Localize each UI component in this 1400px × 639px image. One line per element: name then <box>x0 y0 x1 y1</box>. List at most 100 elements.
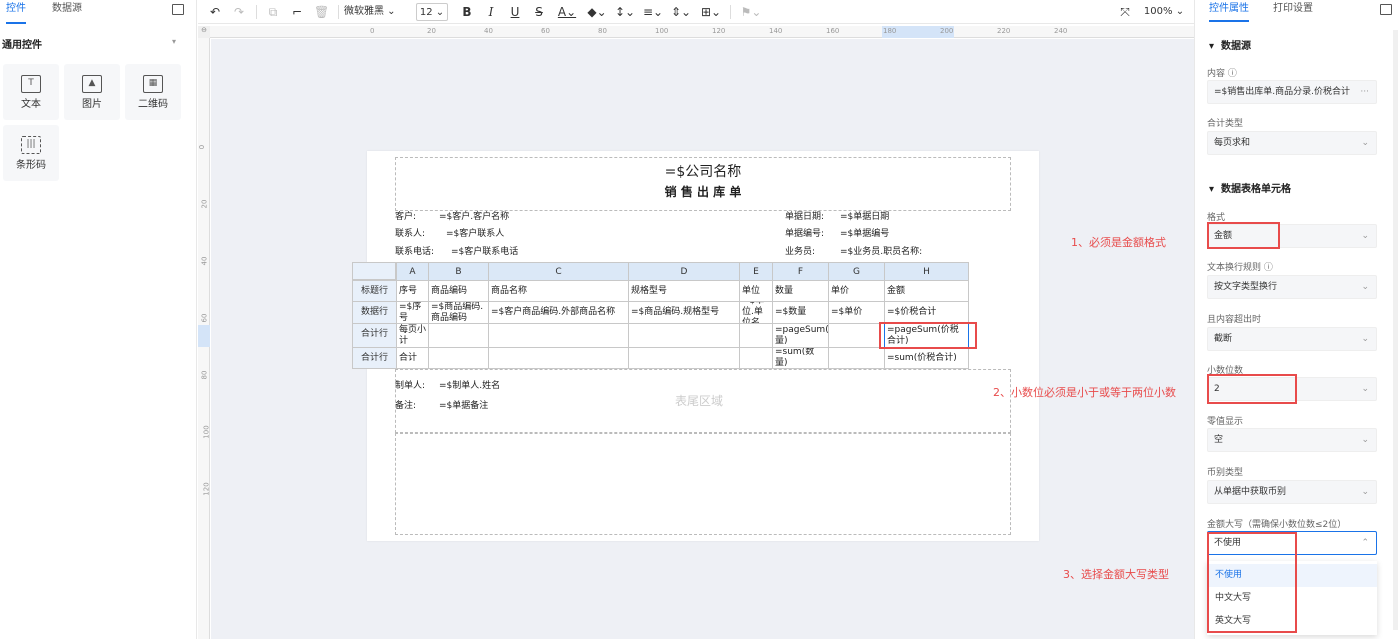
table-cell[interactable] <box>628 323 740 348</box>
date-label[interactable]: 单据日期: <box>785 209 824 222</box>
undo-icon[interactable]: ↶ <box>208 3 222 21</box>
collapse-panel-icon[interactable] <box>1380 4 1392 15</box>
report-subtitle[interactable]: 销 售 出 库 单 <box>367 183 1039 200</box>
panel-scrollbar[interactable] <box>1393 30 1398 630</box>
copy-icon[interactable]: ⧉ <box>266 3 280 21</box>
tab-datasource[interactable]: 数据源 <box>52 0 82 24</box>
table-cell[interactable]: =$商品编码.商品编码 <box>428 301 489 324</box>
table-cell[interactable]: 商品名称 <box>488 280 629 302</box>
customer-value[interactable]: =$客户.客户名称 <box>439 209 509 222</box>
salesman-value[interactable]: =$业务员.职员名称: <box>840 244 922 257</box>
column-header[interactable]: G <box>828 262 885 281</box>
fit-screen-icon[interactable]: ⤧ <box>1118 3 1132 21</box>
overflow-select[interactable]: 截断 ⌄ <box>1207 327 1377 351</box>
tab-control-props[interactable]: 控件属性 <box>1209 0 1249 22</box>
number-value[interactable]: =$单据编号 <box>840 226 889 239</box>
widget-image[interactable]: ▲ 图片 <box>64 64 120 120</box>
table-cell[interactable]: =$价税合计 <box>884 301 969 324</box>
table-cell[interactable]: 每页小计 <box>396 323 429 348</box>
table-cell[interactable] <box>828 347 885 369</box>
table-cell[interactable]: 金额 <box>884 280 969 302</box>
column-header[interactable]: C <box>488 262 629 281</box>
zero-select[interactable]: 空 ⌄ <box>1207 428 1377 452</box>
column-header[interactable]: F <box>772 262 829 281</box>
column-header[interactable]: E <box>739 262 773 281</box>
date-value[interactable]: =$单据日期 <box>840 209 889 222</box>
row-type-label[interactable]: 合计行 <box>352 347 397 369</box>
table-cell[interactable]: 商品编码 <box>428 280 489 302</box>
table-cell[interactable]: =$客户商品编码.外部商品名称 <box>488 301 629 324</box>
border-icon[interactable]: ⊞⌄ <box>698 3 724 21</box>
table-cell[interactable]: =$单价 <box>828 301 885 324</box>
chevron-down-icon[interactable]: ▾ <box>172 37 176 46</box>
wrap-select[interactable]: 按文字类型换行 ⌄ <box>1207 275 1377 299</box>
table-cell[interactable]: =$序号 <box>396 301 429 324</box>
tab-controls[interactable]: 控件 <box>6 0 26 24</box>
table-cell[interactable]: 单位 <box>739 280 773 302</box>
table-cell[interactable] <box>739 323 773 348</box>
sum-type-select[interactable]: 每页求和 ⌄ <box>1207 131 1377 155</box>
table-cell[interactable]: 单价 <box>828 280 885 302</box>
align-left-icon[interactable]: ≡⌄ <box>642 3 664 21</box>
flag-icon[interactable]: ⚑⌄ <box>738 3 764 21</box>
salesman-label[interactable]: 业务员: <box>785 244 815 257</box>
strikethrough-icon[interactable]: S <box>532 3 546 21</box>
collapse-panel-icon[interactable] <box>172 4 184 15</box>
row-type-label[interactable]: 标题行 <box>352 280 397 302</box>
bold-icon[interactable]: B <box>460 3 474 21</box>
tab-print-settings[interactable]: 打印设置 <box>1273 0 1313 22</box>
contact-value[interactable]: =$客户联系人 <box>446 226 504 239</box>
section-cell[interactable]: ▾ 数据表格单元格 <box>1209 180 1291 195</box>
table-cell[interactable]: 合计 <box>396 347 429 369</box>
fill-color-icon[interactable]: ◆⌄ <box>586 3 608 21</box>
line-height-icon[interactable]: ↕⌄ <box>614 3 636 21</box>
content-field[interactable]: =$销售出库单.商品分录.价税合计 ··· <box>1207 80 1377 104</box>
help-icon[interactable]: ⓘ <box>1264 263 1273 273</box>
zoom-select[interactable]: 100% ⌄ <box>1142 3 1186 21</box>
currency-select[interactable]: 从单据中获取币别 ⌄ <box>1207 480 1377 504</box>
format-painter-icon[interactable]: ⌐ <box>290 3 304 21</box>
table-cell[interactable]: =$数量 <box>772 301 829 324</box>
table-cell[interactable]: 序号 <box>396 280 429 302</box>
delete-icon[interactable]: 🗑 <box>314 3 329 21</box>
column-header[interactable]: B <box>428 262 489 281</box>
help-icon[interactable]: ⓘ <box>1228 69 1237 79</box>
table-cell[interactable] <box>488 347 629 369</box>
table-cell[interactable]: =sum(数量) <box>772 347 829 369</box>
font-color-icon[interactable]: A⌄ <box>556 3 578 21</box>
table-cell[interactable]: 数量 <box>772 280 829 302</box>
more-icon[interactable]: ··· <box>1360 81 1369 103</box>
contact-label[interactable]: 联系人: <box>395 226 425 239</box>
column-header[interactable]: H <box>884 262 969 281</box>
table-cell[interactable]: =sum(价税合计) <box>884 347 969 369</box>
table-cell[interactable] <box>428 347 489 369</box>
table-cell[interactable] <box>828 323 885 348</box>
section-datasource[interactable]: ▾ 数据源 <box>1209 37 1251 52</box>
column-header[interactable]: D <box>628 262 740 281</box>
table-cell[interactable]: =$商品编码.规格型号 <box>628 301 740 324</box>
column-header[interactable]: A <box>396 262 429 281</box>
number-label[interactable]: 单据编号: <box>785 226 824 239</box>
table-cell[interactable] <box>428 323 489 348</box>
customer-label[interactable]: 客户: <box>395 209 416 222</box>
phone-value[interactable]: =$客户联系电话 <box>451 244 518 257</box>
row-type-label[interactable]: 数据行 <box>352 301 397 324</box>
widget-text[interactable]: T 文本 <box>3 64 59 120</box>
redo-icon[interactable]: ↷ <box>232 3 246 21</box>
report-title[interactable]: =$公司名称 <box>367 161 1039 181</box>
phone-label[interactable]: 联系电话: <box>395 244 434 257</box>
table-cell[interactable] <box>628 347 740 369</box>
italic-icon[interactable]: I <box>484 3 498 21</box>
underline-icon[interactable]: U <box>508 3 522 21</box>
font-size-select[interactable]: 12 ⌄ <box>416 3 448 21</box>
table-cell[interactable]: =pageSum(数量) <box>772 323 829 348</box>
table-cell[interactable]: =$单位.单位名 <box>739 301 773 324</box>
vertical-align-icon[interactable]: ⇕⌄ <box>670 3 692 21</box>
table-cell[interactable]: 规格型号 <box>628 280 740 302</box>
widget-barcode[interactable]: ||| 条形码 <box>3 125 59 181</box>
table-cell[interactable] <box>488 323 629 348</box>
row-type-label[interactable]: 合计行 <box>352 323 397 348</box>
widget-qrcode[interactable]: ▦ 二维码 <box>125 64 181 120</box>
table-cell[interactable] <box>739 347 773 369</box>
font-family-select[interactable]: 微软雅黑 ⌄ <box>344 3 406 21</box>
